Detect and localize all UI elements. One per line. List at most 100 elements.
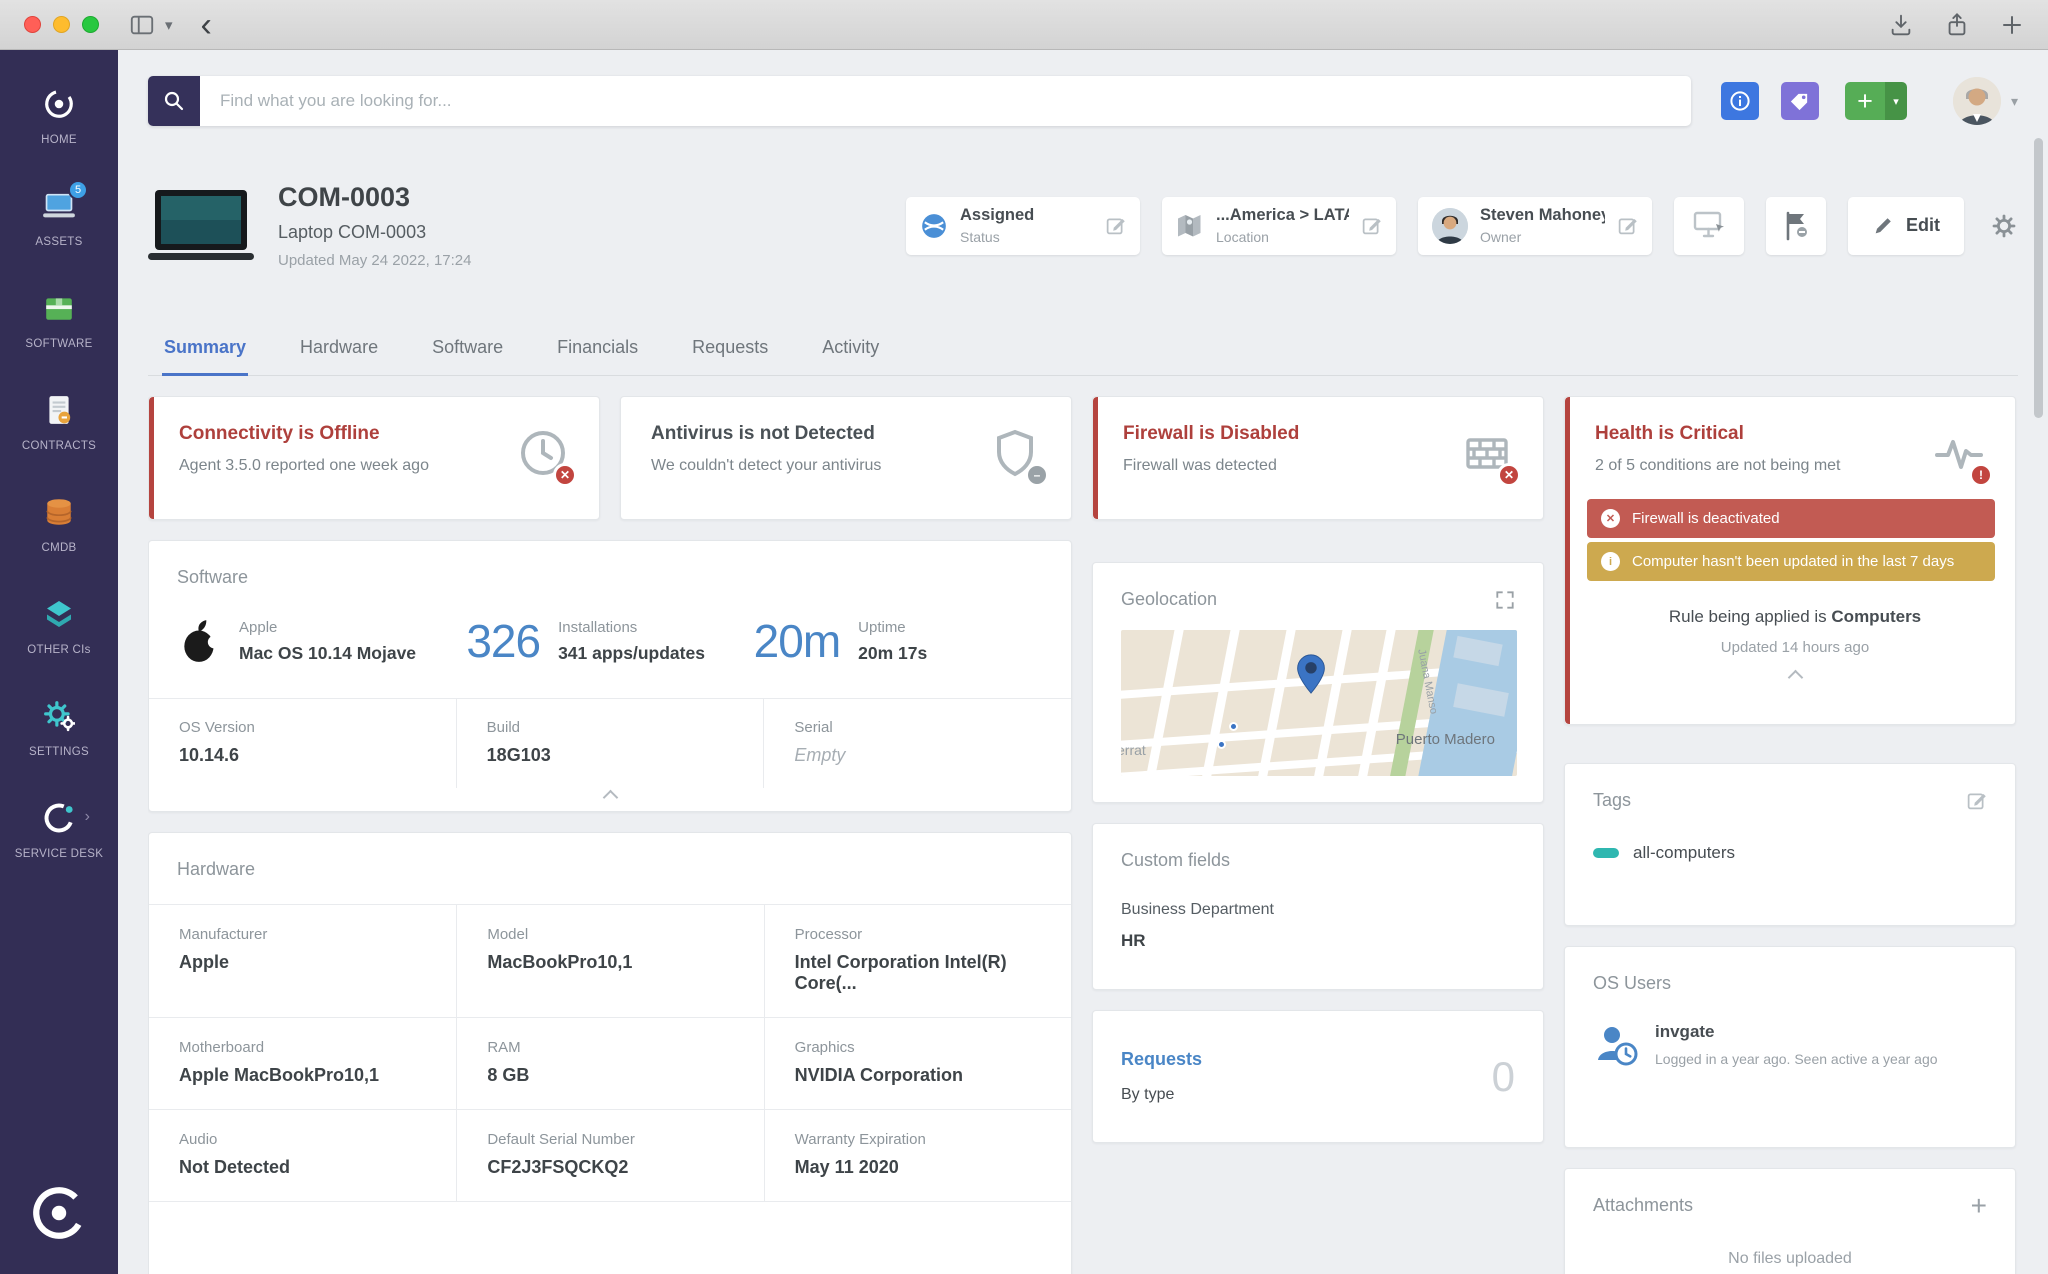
download-icon[interactable] (1888, 12, 1914, 38)
connectivity-clock-icon: ✕ (517, 427, 577, 487)
edit-button[interactable]: Edit (1848, 196, 1964, 255)
not-detected-badge-icon: – (1025, 463, 1049, 487)
tab-financials[interactable]: Financials (555, 325, 640, 375)
requests-count: 0 (1491, 1052, 1515, 1100)
circle-x-icon: ✕ (1601, 509, 1620, 528)
share-icon[interactable] (1944, 12, 1970, 38)
expand-map-icon[interactable] (1495, 590, 1515, 610)
tag-item[interactable]: all-computers (1593, 843, 1987, 863)
edit-button-label: Edit (1906, 215, 1940, 235)
remote-session-button[interactable] (1674, 196, 1744, 255)
user-menu-caret-icon[interactable]: ▾ (2011, 93, 2018, 110)
attachments-card: Attachments + No files uploaded (1564, 1168, 2016, 1274)
other-cis-layers-icon (43, 596, 75, 632)
sidebar-item-contracts[interactable]: CONTRACTS (0, 392, 118, 454)
requests-card: Requests By type 0 (1092, 1010, 1544, 1143)
attachments-title: Attachments (1593, 1195, 1694, 1215)
asset-settings-gear-icon[interactable] (1990, 212, 2018, 240)
os-user-name: invgate (1655, 1022, 1715, 1041)
installations-count: 326 (466, 615, 541, 667)
os-version-label: OS Version (179, 719, 255, 736)
build-field: Build 18G103 (455, 699, 764, 788)
model-field: Model MacBookPro10,1 (456, 905, 764, 1018)
tab-hardware[interactable]: Hardware (298, 325, 380, 375)
topbar: + ▾ ▾ (148, 76, 2018, 126)
tags-card: Tags all-computers (1564, 763, 2016, 926)
add-caret-icon[interactable]: ▾ (1884, 82, 1907, 120)
circle-info-icon: i (1601, 552, 1620, 571)
os-vendor: Apple (239, 618, 278, 636)
edit-owner-icon[interactable] (1617, 215, 1638, 236)
tags-button[interactable] (1780, 82, 1819, 120)
back-icon[interactable]: ‹ (201, 5, 212, 45)
health-banner-update-text: Computer hasn't been updated in the last… (1632, 553, 1955, 570)
service-desk-logo-icon: › (42, 800, 90, 836)
sidebar-toggle-icon[interactable] (129, 12, 155, 38)
avatar[interactable] (1952, 77, 2001, 125)
antivirus-alert-subtitle: We couldn't detect your antivirus (651, 457, 882, 474)
sidebar-item-settings[interactable]: SETTINGS (0, 698, 118, 760)
build-value: 18G103 (486, 745, 551, 765)
firewall-alert-card: Firewall is Disabled Firewall was detect… (1092, 396, 1544, 520)
scrollbar[interactable] (2034, 138, 2043, 418)
summary-content: Connectivity is Offline Agent 3.5.0 repo… (148, 396, 2018, 1274)
uptime-value: 20m (753, 615, 841, 667)
sidebar-item-cmdb[interactable]: CMDB (0, 494, 118, 556)
sidebar-label-other-cis: OTHER CIs (27, 643, 91, 656)
geolocation-card-title: Geolocation (1121, 589, 1218, 609)
status-value: Assigned (960, 206, 1035, 224)
edit-location-icon[interactable] (1361, 215, 1382, 236)
add-attachment-icon[interactable]: + (1971, 1191, 1987, 1219)
flag-button[interactable] (1766, 196, 1826, 255)
requests-title-link[interactable]: Requests (1121, 1049, 1202, 1070)
collapse-software-icon[interactable] (602, 789, 618, 806)
sidebar-label-home: HOME (41, 134, 77, 146)
software-box-icon (43, 290, 75, 326)
close-window-button[interactable] (24, 16, 41, 33)
tab-requests[interactable]: Requests (690, 325, 770, 375)
ram-field: RAM 8 GB (456, 1018, 764, 1110)
connectivity-alert-title: Connectivity is Offline (179, 423, 380, 444)
software-card-title: Software (177, 567, 249, 587)
location-chip[interactable]: ...America > LATA Location (1162, 196, 1396, 255)
minimize-window-button[interactable] (53, 16, 70, 33)
status-chip[interactable]: Assigned Status (906, 196, 1140, 255)
collapse-health-icon[interactable] (1787, 669, 1803, 686)
zoom-window-button[interactable] (82, 16, 99, 33)
health-rule-line: Rule being applied is Computers (1668, 607, 1922, 626)
sidebar-label-service-desk: SERVICE DESK (14, 847, 104, 860)
plus-icon[interactable]: + (1844, 82, 1885, 120)
sidebar-item-other-cis[interactable]: OTHER CIs (0, 596, 118, 658)
search-input[interactable] (200, 76, 1691, 126)
main-content: + ▾ ▾ COM-0003 Laptop COM-0003 Updated M… (118, 50, 2048, 1274)
owner-avatar (1432, 207, 1468, 244)
tab-software[interactable]: Software (430, 325, 505, 375)
new-tab-icon[interactable] (2000, 13, 2024, 37)
location-value: ...America > LATA (1216, 206, 1349, 224)
invgate-logo (0, 1182, 118, 1244)
map[interactable]: Puerto Madero Juana Manso errat (1121, 630, 1517, 776)
warranty-field: Warranty Expiration May 11 2020 (763, 1110, 1071, 1202)
sidebar-toggle-caret-icon[interactable]: ▾ (165, 16, 173, 34)
add-button[interactable]: + ▾ (1844, 82, 1907, 120)
os-user-detail: Logged in a year ago. Seen active a year… (1655, 1051, 1938, 1067)
audio-field: Audio Not Detected (149, 1110, 457, 1202)
user-menu[interactable]: ▾ (1952, 77, 2018, 125)
tag-color-swatch (1593, 848, 1619, 858)
tab-activity[interactable]: Activity (820, 325, 881, 375)
edit-tags-icon[interactable] (1966, 790, 1987, 811)
sidebar-item-assets[interactable]: 5 ASSETS (0, 179, 118, 250)
tags-card-title: Tags (1593, 790, 1632, 810)
build-label: Build (486, 719, 521, 736)
edit-status-icon[interactable] (1105, 215, 1126, 236)
search-icon[interactable] (148, 76, 200, 126)
uptime-stat: 20m Uptime 20m 17s (754, 614, 1041, 668)
announcements-button[interactable] (1720, 82, 1759, 120)
sidebar-item-home[interactable]: HOME (0, 86, 118, 148)
settings-gears-icon (43, 698, 75, 734)
sidebar-item-software[interactable]: SOFTWARE (0, 290, 118, 352)
sidebar-item-service-desk[interactable]: › SERVICE DESK (0, 800, 118, 862)
serial-label: Serial (794, 719, 833, 736)
tab-summary[interactable]: Summary (162, 325, 249, 376)
owner-chip[interactable]: Steven Mahoney Owner (1418, 196, 1652, 255)
